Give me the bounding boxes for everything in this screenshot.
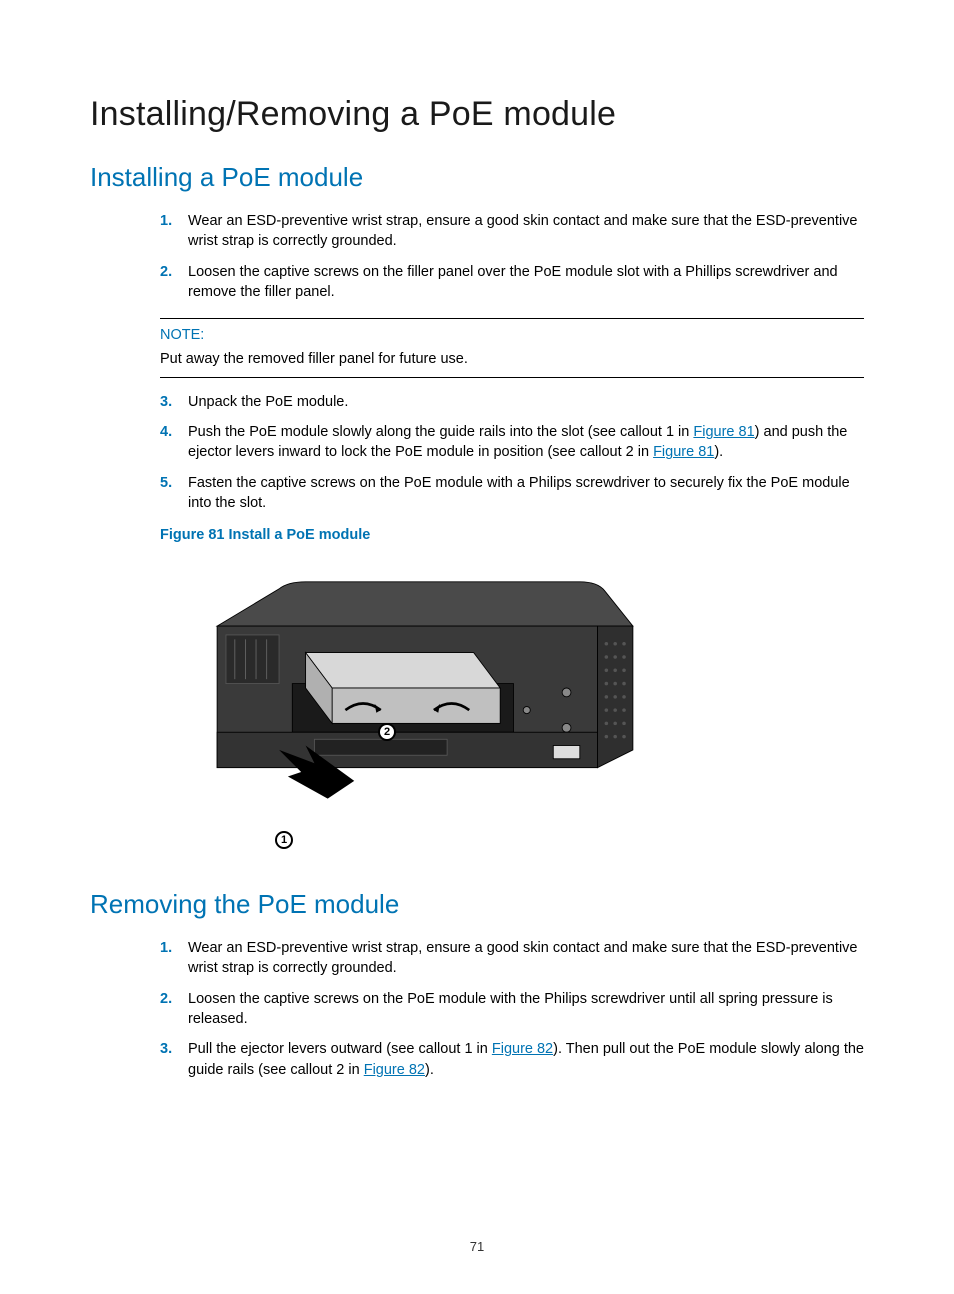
page-number: 71	[0, 1239, 954, 1254]
step-text: Fasten the captive screws on the PoE mod…	[188, 473, 864, 514]
step-number: 3.	[160, 392, 188, 412]
list-item: 2. Loosen the captive screws on the PoE …	[160, 989, 864, 1030]
list-item: 1. Wear an ESD-preventive wrist strap, e…	[160, 938, 864, 979]
note-text: Put away the removed filler panel for fu…	[160, 349, 864, 371]
section2-steps: 1. Wear an ESD-preventive wrist strap, e…	[160, 938, 864, 1080]
figure-81-caption: Figure 81 Install a PoE module	[160, 527, 864, 543]
step-number: 3.	[160, 1039, 188, 1080]
figure-81-link[interactable]: Figure 81	[693, 424, 754, 440]
step-text: Unpack the PoE module.	[188, 392, 864, 412]
section1-steps-after-note: 3. Unpack the PoE module. 4. Push the Po…	[160, 392, 864, 513]
step-text: Wear an ESD-preventive wrist strap, ensu…	[188, 211, 864, 252]
step-number: 2.	[160, 989, 188, 1030]
list-item: 3. Pull the ejector levers outward (see …	[160, 1039, 864, 1080]
step-text: Loosen the captive screws on the filler …	[188, 262, 864, 303]
figure-82-link[interactable]: Figure 82	[364, 1062, 425, 1078]
figure-82-link[interactable]: Figure 82	[492, 1041, 553, 1057]
step-text: Loosen the captive screws on the PoE mod…	[188, 989, 864, 1030]
step-number: 5.	[160, 473, 188, 514]
step-number: 1.	[160, 938, 188, 979]
step-number: 2.	[160, 262, 188, 303]
step-text: Wear an ESD-preventive wrist strap, ensu…	[188, 938, 864, 979]
step-text: Pull the ejector levers outward (see cal…	[188, 1039, 864, 1080]
section1-steps-before-note: 1. Wear an ESD-preventive wrist strap, e…	[160, 211, 864, 302]
section2-heading: Removing the PoE module	[90, 889, 864, 920]
list-item: 5. Fasten the captive screws on the PoE …	[160, 473, 864, 514]
page-title: Installing/Removing a PoE module	[90, 95, 864, 134]
note-label: NOTE:	[160, 325, 864, 347]
list-item: 2. Loosen the captive screws on the fill…	[160, 262, 864, 303]
list-item: 1. Wear an ESD-preventive wrist strap, e…	[160, 211, 864, 252]
step-number: 1.	[160, 211, 188, 252]
section1-heading: Installing a PoE module	[90, 162, 864, 193]
step-text: Push the PoE module slowly along the gui…	[188, 422, 864, 463]
step-number: 4.	[160, 422, 188, 463]
list-item: 4. Push the PoE module slowly along the …	[160, 422, 864, 463]
note-block: NOTE: Put away the removed filler panel …	[160, 318, 864, 378]
poe-module-illustration	[180, 573, 670, 803]
list-item: 3. Unpack the PoE module.	[160, 392, 864, 412]
callout-1: 1	[275, 831, 293, 849]
figure-81-link[interactable]: Figure 81	[653, 444, 714, 460]
figure-81-image: 2 1	[160, 553, 680, 853]
